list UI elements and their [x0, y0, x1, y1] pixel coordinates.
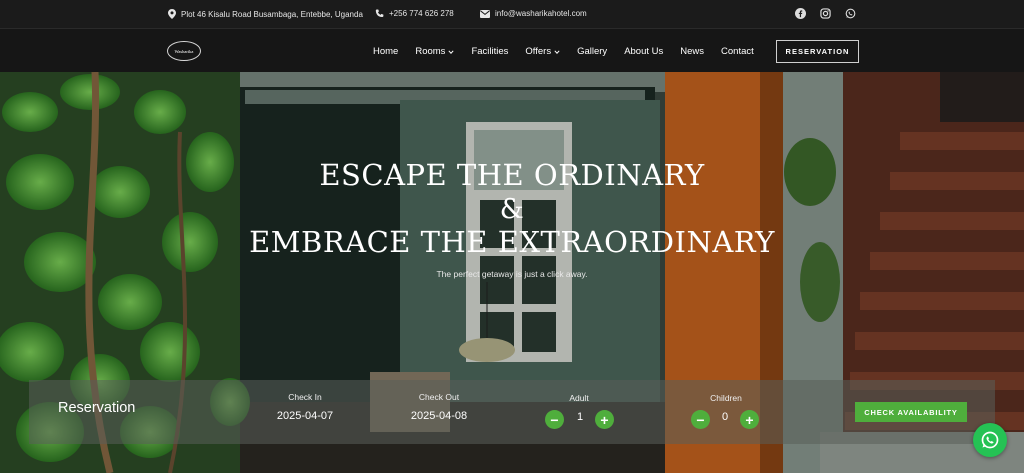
adult-decrement-button[interactable]: − [545, 410, 564, 429]
nav-item-home[interactable]: Home [373, 46, 398, 57]
main-navigation: Washarika Home Rooms Facilities Offers G… [0, 28, 1024, 72]
children-decrement-button[interactable]: − [691, 410, 710, 429]
reservation-title: Reservation [58, 400, 136, 416]
chevron-down-icon [554, 49, 560, 54]
nav-item-label: Rooms [415, 46, 446, 57]
hero-headline-line1: ESCAPE THE ORDINARY [319, 158, 705, 192]
nav-item-about-us[interactable]: About Us [624, 46, 663, 57]
reservation-form: Reservation Check In 2025-04-07 Check Ou… [29, 380, 995, 444]
nav-item-label: Facilities [471, 46, 509, 57]
address-info: Plot 46 Kisalu Road Busambaga, Entebbe, … [168, 9, 363, 19]
whatsapp-small-icon[interactable] [845, 8, 856, 19]
phone-icon [375, 9, 384, 18]
whatsapp-icon [981, 431, 999, 449]
logo-text: Washarika [174, 48, 194, 54]
nav-item-label: Gallery [577, 46, 608, 57]
reservation-button[interactable]: RESERVATION [776, 40, 859, 63]
adult-increment-button[interactable]: + [595, 410, 614, 429]
children-count: 0 [721, 411, 729, 423]
nav-item-label: About Us [624, 46, 664, 57]
whatsapp-chat-button[interactable] [973, 423, 1007, 457]
check-out-label: Check Out [418, 392, 460, 402]
check-availability-button[interactable]: CHECK AVAILABILITY [855, 402, 967, 422]
nav-item-offers[interactable]: Offers [525, 46, 560, 57]
check-in-label: Check In [288, 392, 322, 402]
hero-banner: ESCAPE THE ORDINARY & EMBRACE THE EXTRAO… [0, 72, 1024, 473]
hotel-logo[interactable]: Washarika [167, 41, 201, 61]
nav-menu: Home Rooms Facilities Offers Gallery Abo… [373, 46, 771, 57]
address-text: Plot 46 Kisalu Road Busambaga, Entebbe, … [181, 9, 363, 19]
instagram-icon[interactable] [820, 8, 831, 19]
envelope-icon [480, 9, 490, 18]
phone-text[interactable]: +256 774 626 278 [389, 9, 454, 18]
adult-count: 1 [576, 411, 584, 423]
nav-item-label: Contact [721, 46, 754, 57]
top-info-bar: Plot 46 Kisalu Road Busambaga, Entebbe, … [0, 0, 1024, 28]
nav-item-facilities[interactable]: Facilities [471, 46, 508, 57]
check-in-date[interactable]: 2025-04-07 [265, 410, 345, 422]
nav-item-label: News [680, 46, 705, 57]
check-out-date[interactable]: 2025-04-08 [399, 410, 479, 422]
email-text[interactable]: info@washarikahotel.com [495, 9, 587, 18]
nav-item-gallery[interactable]: Gallery [577, 46, 607, 57]
nav-item-label: Offers [525, 46, 552, 57]
nav-item-news[interactable]: News [680, 46, 704, 57]
facebook-icon[interactable] [795, 8, 806, 19]
location-pin-icon [168, 9, 176, 19]
nav-item-contact[interactable]: Contact [721, 46, 754, 57]
adult-label: Adult [569, 393, 589, 403]
hero-subtitle: The perfect getaway is just a click away… [436, 269, 588, 279]
children-label: Children [710, 393, 742, 403]
chevron-down-icon [448, 49, 455, 54]
social-links [795, 8, 856, 19]
children-increment-button[interactable]: + [740, 410, 759, 429]
hero-headline-ampersand: & [499, 194, 525, 225]
nav-item-label: Home [373, 46, 399, 57]
nav-item-rooms[interactable]: Rooms [415, 46, 455, 57]
phone-info[interactable]: +256 774 626 278 [375, 9, 454, 18]
email-info[interactable]: info@washarikahotel.com [480, 9, 587, 18]
hero-headline-line2: EMBRACE THE EXTRAORDINARY [249, 225, 775, 259]
